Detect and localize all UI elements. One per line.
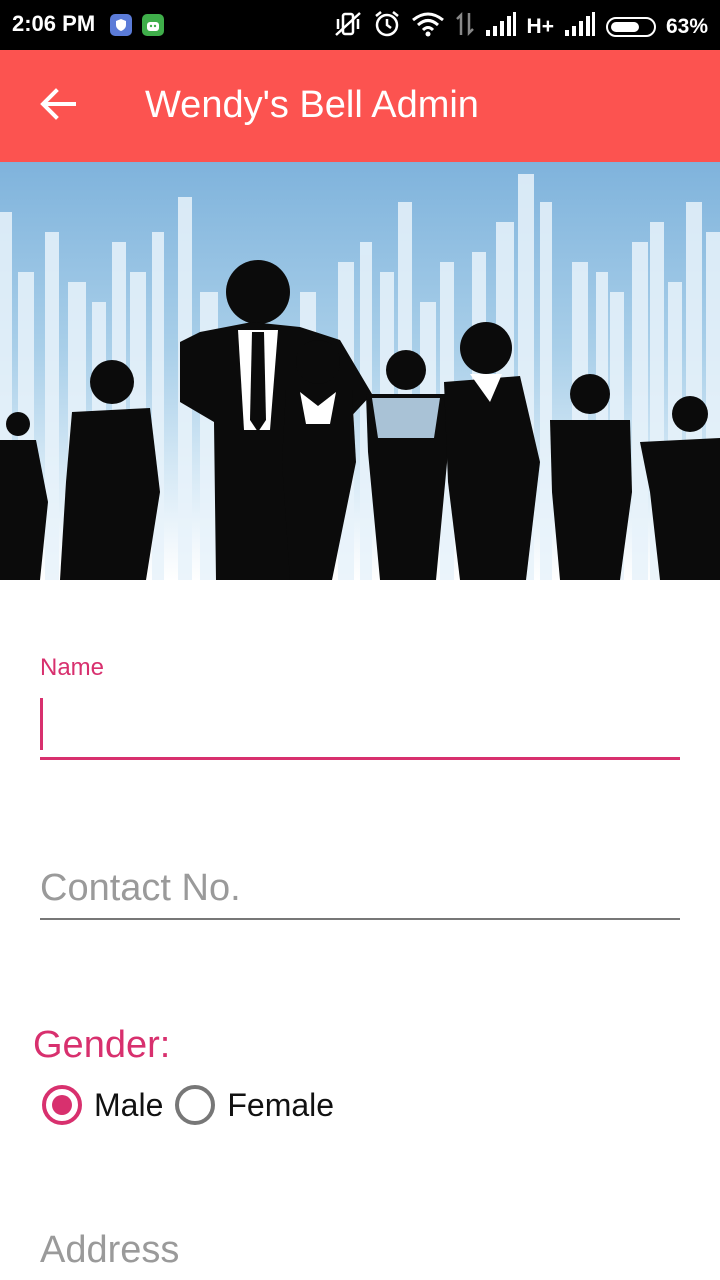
contact-underline: [40, 918, 680, 920]
arrow-left-icon: [40, 87, 76, 125]
status-bar: 2:06 PM H+ 63%: [0, 0, 720, 50]
alarm-icon: [373, 10, 401, 43]
name-label: Name: [40, 654, 105, 681]
signal-icon-2: [564, 12, 596, 41]
radio-unselected-icon: [175, 1085, 216, 1125]
app-bar: Wendy's Bell Admin: [0, 50, 720, 162]
address-field[interactable]: [40, 1222, 680, 1278]
radio-selected-icon: [42, 1085, 82, 1125]
status-time: 2:06 PM: [12, 11, 96, 36]
battery-icon: [605, 16, 656, 37]
gender-radio-group: Male Female: [42, 1082, 346, 1128]
contact-field[interactable]: [40, 860, 680, 916]
radio-male-label: Male: [94, 1086, 164, 1123]
shield-app-icon: [110, 14, 132, 36]
name-field[interactable]: [40, 690, 680, 756]
page-title: Wendy's Bell Admin: [145, 84, 479, 126]
battery-percent: 63%: [665, 14, 708, 38]
name-underline: [40, 757, 680, 760]
radio-female[interactable]: Female: [175, 1085, 334, 1125]
business-people-silhouette-image: [0, 162, 720, 580]
wifi-icon: [411, 11, 445, 42]
signal-icon: [485, 12, 517, 41]
data-arrows-icon: [455, 11, 475, 42]
network-type: H+: [526, 14, 554, 38]
gender-label: Gender:: [33, 1024, 171, 1066]
vibrate-off-icon: [333, 10, 363, 43]
back-button[interactable]: [28, 76, 88, 136]
radio-male[interactable]: Male: [42, 1085, 163, 1125]
android-app-icon: [142, 14, 164, 36]
text-cursor: [40, 698, 43, 750]
radio-female-label: Female: [227, 1086, 335, 1123]
